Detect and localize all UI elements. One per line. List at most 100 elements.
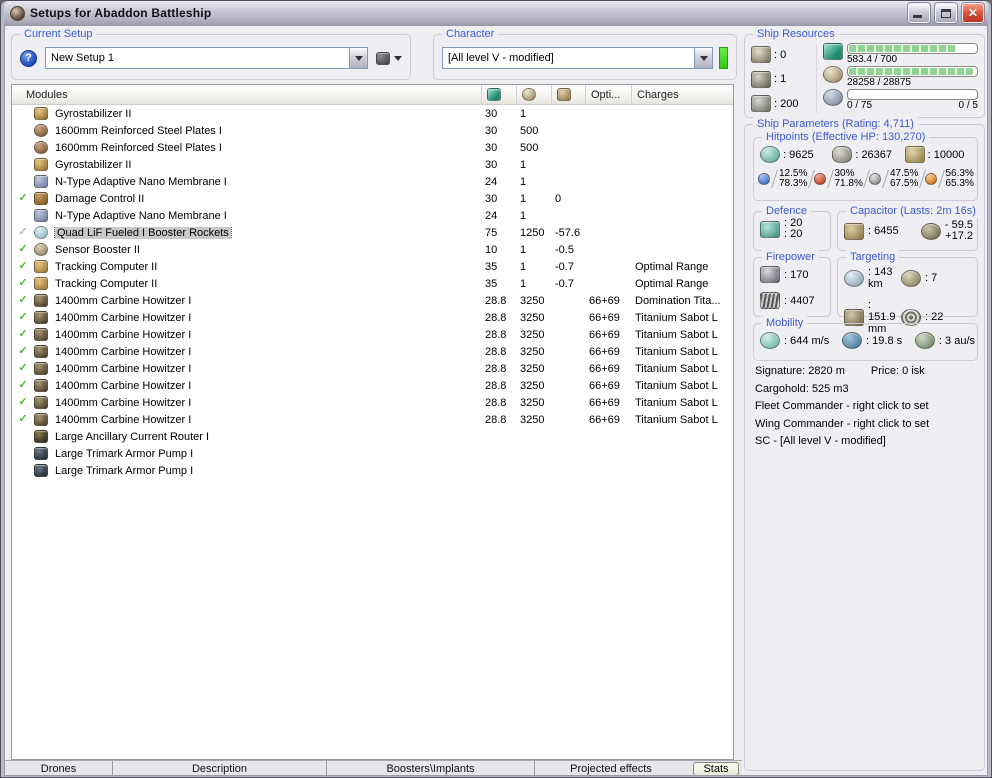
squad-commander-text[interactable]: SC - [All level V - modified] (755, 433, 980, 451)
module-row[interactable]: Gyrostabilizer II 30 1 (12, 105, 733, 122)
cpu-icon (823, 43, 843, 60)
modules-rows: Gyrostabilizer II 30 1 1600mm Reinforced… (12, 105, 733, 479)
module-row[interactable]: ✓ 1400mm Carbine Howitzer I 28.8 3250 66… (12, 411, 733, 428)
module-charge: Titanium Sabot L (635, 362, 718, 375)
module-cpu-value: 30 (485, 158, 498, 171)
mobility-group: Mobility : 644 m/s : 19.8 s : 3 au/s (753, 316, 978, 361)
tab-boosters-implants[interactable]: Boosters\Implants (327, 761, 535, 775)
module-row[interactable]: 1600mm Reinforced Steel Plates I 30 500 (12, 122, 733, 139)
setup-select[interactable]: New Setup 1 (45, 47, 368, 69)
module-powergrid-value: 1 (520, 158, 527, 171)
turret-count: : 0 (774, 48, 787, 61)
module-name: N-Type Adaptive Nano Membrane I (55, 209, 227, 222)
close-button[interactable]: ✕ (962, 3, 984, 23)
signature-text: Signature: 2820 m (755, 365, 845, 377)
module-row[interactable]: ✓ Quad LiF Fueled I Booster Rockets 75 1… (12, 224, 733, 241)
capacitor-column-header[interactable] (551, 85, 585, 104)
module-icon (34, 396, 48, 409)
module-row[interactable]: ✓ Tracking Computer II 35 1 -0.7 Optimal… (12, 258, 733, 275)
hitpoints-group: Hitpoints (Effective HP: 130,270) : 9625… (753, 130, 978, 201)
module-row[interactable]: ✓ 1400mm Carbine Howitzer I 28.8 3250 66… (12, 343, 733, 360)
charges-column-header[interactable]: Charges (631, 85, 733, 104)
module-row[interactable]: ✓ 1400mm Carbine Howitzer I 28.8 3250 66… (12, 292, 733, 309)
module-cpu-value: 28.8 (485, 379, 507, 392)
ship-menu-button[interactable] (376, 51, 402, 65)
module-row[interactable]: Large Trimark Armor Pump I (12, 462, 733, 479)
module-row[interactable]: ✓ 1400mm Carbine Howitzer I 28.8 3250 66… (12, 309, 733, 326)
module-row[interactable]: Large Trimark Armor Pump I (12, 445, 733, 462)
module-cpu-value: 30 (485, 192, 498, 205)
module-row[interactable]: ✓ 1400mm Carbine Howitzer I 28.8 3250 66… (12, 326, 733, 343)
module-optimal-value: 66+69 (589, 311, 620, 324)
module-icon (34, 141, 48, 154)
character-select[interactable]: [All level V - modified] (442, 47, 713, 69)
minimize-button[interactable] (908, 3, 930, 23)
cargohold-text: Cargohold: 525 m3 (755, 382, 849, 395)
module-cpu-value: 75 (485, 226, 498, 239)
title-bar[interactable]: Setups for Abaddon Battleship ✕ (4, 1, 988, 25)
module-cpu-value: 28.8 (485, 396, 507, 409)
module-name: Large Trimark Armor Pump I (55, 447, 194, 460)
module-row[interactable]: ✓ 1400mm Carbine Howitzer I 28.8 3250 66… (12, 377, 733, 394)
module-powergrid-value: 1 (520, 175, 527, 188)
em-resist: 12.5% 78.3% (758, 169, 809, 189)
help-button[interactable]: ? (20, 49, 37, 67)
drone-icon (823, 89, 843, 106)
tab-stats[interactable]: Stats (693, 762, 739, 775)
character-select-arrow[interactable] (694, 48, 712, 68)
defence-group: Defence : 20 : 20 (753, 204, 831, 251)
close-icon: ✕ (967, 6, 979, 20)
module-capacitor-value: -0.7 (555, 260, 574, 273)
fitted-check-icon: ✓ (18, 226, 28, 238)
module-row[interactable]: N-Type Adaptive Nano Membrane I 24 1 (12, 173, 733, 190)
module-powergrid-value: 3250 (520, 328, 545, 341)
optimal-column-header[interactable]: Opti... (585, 85, 631, 104)
tab-drones[interactable]: Drones (5, 761, 113, 775)
module-powergrid-value: 1 (520, 260, 527, 273)
maximize-button[interactable] (935, 3, 957, 23)
module-name: 1400mm Carbine Howitzer I (55, 345, 192, 358)
module-powergrid-value: 3250 (520, 311, 545, 324)
modules-header[interactable]: Modules Opti... Charges (12, 85, 733, 105)
module-row[interactable]: ✓ Damage Control II 30 1 0 (12, 190, 733, 207)
wing-commander-text[interactable]: Wing Commander - right click to set (755, 416, 980, 434)
module-name: N-Type Adaptive Nano Membrane I (55, 175, 227, 188)
module-name: 1400mm Carbine Howitzer I (55, 413, 192, 426)
module-cpu-value: 30 (485, 107, 498, 120)
capacitor-delta-icon (920, 222, 941, 240)
fleet-commander-text[interactable]: Fleet Commander - right click to set (755, 398, 980, 416)
module-cpu-value: 28.8 (485, 328, 507, 341)
module-optimal-value: 66+69 (589, 379, 620, 392)
module-powergrid-value: 1 (520, 243, 527, 256)
tab-description[interactable]: Description (113, 761, 327, 775)
module-row[interactable]: Large Ancillary Current Router I (12, 428, 733, 445)
powergrid-icon (522, 88, 536, 101)
module-row[interactable]: 1600mm Reinforced Steel Plates I 30 500 (12, 139, 733, 156)
module-row[interactable]: ✓ Tracking Computer II 35 1 -0.7 Optimal… (12, 275, 733, 292)
tab-projected-effects[interactable]: Projected effects (535, 761, 687, 775)
module-name: Gyrostabilizer II (55, 107, 132, 120)
max-speed: : 644 m/s (784, 334, 830, 347)
powergrid-column-header[interactable] (516, 85, 551, 104)
module-name: 1400mm Carbine Howitzer I (55, 328, 192, 341)
explosive-resist: 56.3% 65.3% (924, 169, 976, 189)
module-row[interactable]: N-Type Adaptive Nano Membrane I 24 1 (12, 207, 733, 224)
cpu-column-header[interactable] (481, 85, 516, 104)
module-name: 1400mm Carbine Howitzer I (55, 294, 192, 307)
module-charge: Domination Tita... (635, 294, 721, 307)
setup-select-arrow[interactable] (349, 48, 367, 68)
module-charge: Titanium Sabot L (635, 328, 718, 341)
module-row[interactable]: ✓ 1400mm Carbine Howitzer I 28.8 3250 66… (12, 394, 733, 411)
module-row[interactable]: Gyrostabilizer II 30 1 (12, 156, 733, 173)
module-cpu-value: 28.8 (485, 345, 507, 358)
module-row[interactable]: ✓ 1400mm Carbine Howitzer I 28.8 3250 66… (12, 360, 733, 377)
module-optimal-value: 66+69 (589, 345, 620, 358)
module-charge: Titanium Sabot L (635, 311, 718, 324)
max-speed-icon (760, 332, 780, 349)
maximize-icon (941, 8, 951, 18)
module-name: 1400mm Carbine Howitzer I (55, 311, 192, 324)
modules-column-header[interactable]: Modules (12, 89, 481, 101)
module-row[interactable]: ✓ Sensor Booster II 10 1 -0.5 (12, 241, 733, 258)
module-cpu-value: 30 (485, 124, 498, 137)
shield-icon (760, 146, 780, 163)
